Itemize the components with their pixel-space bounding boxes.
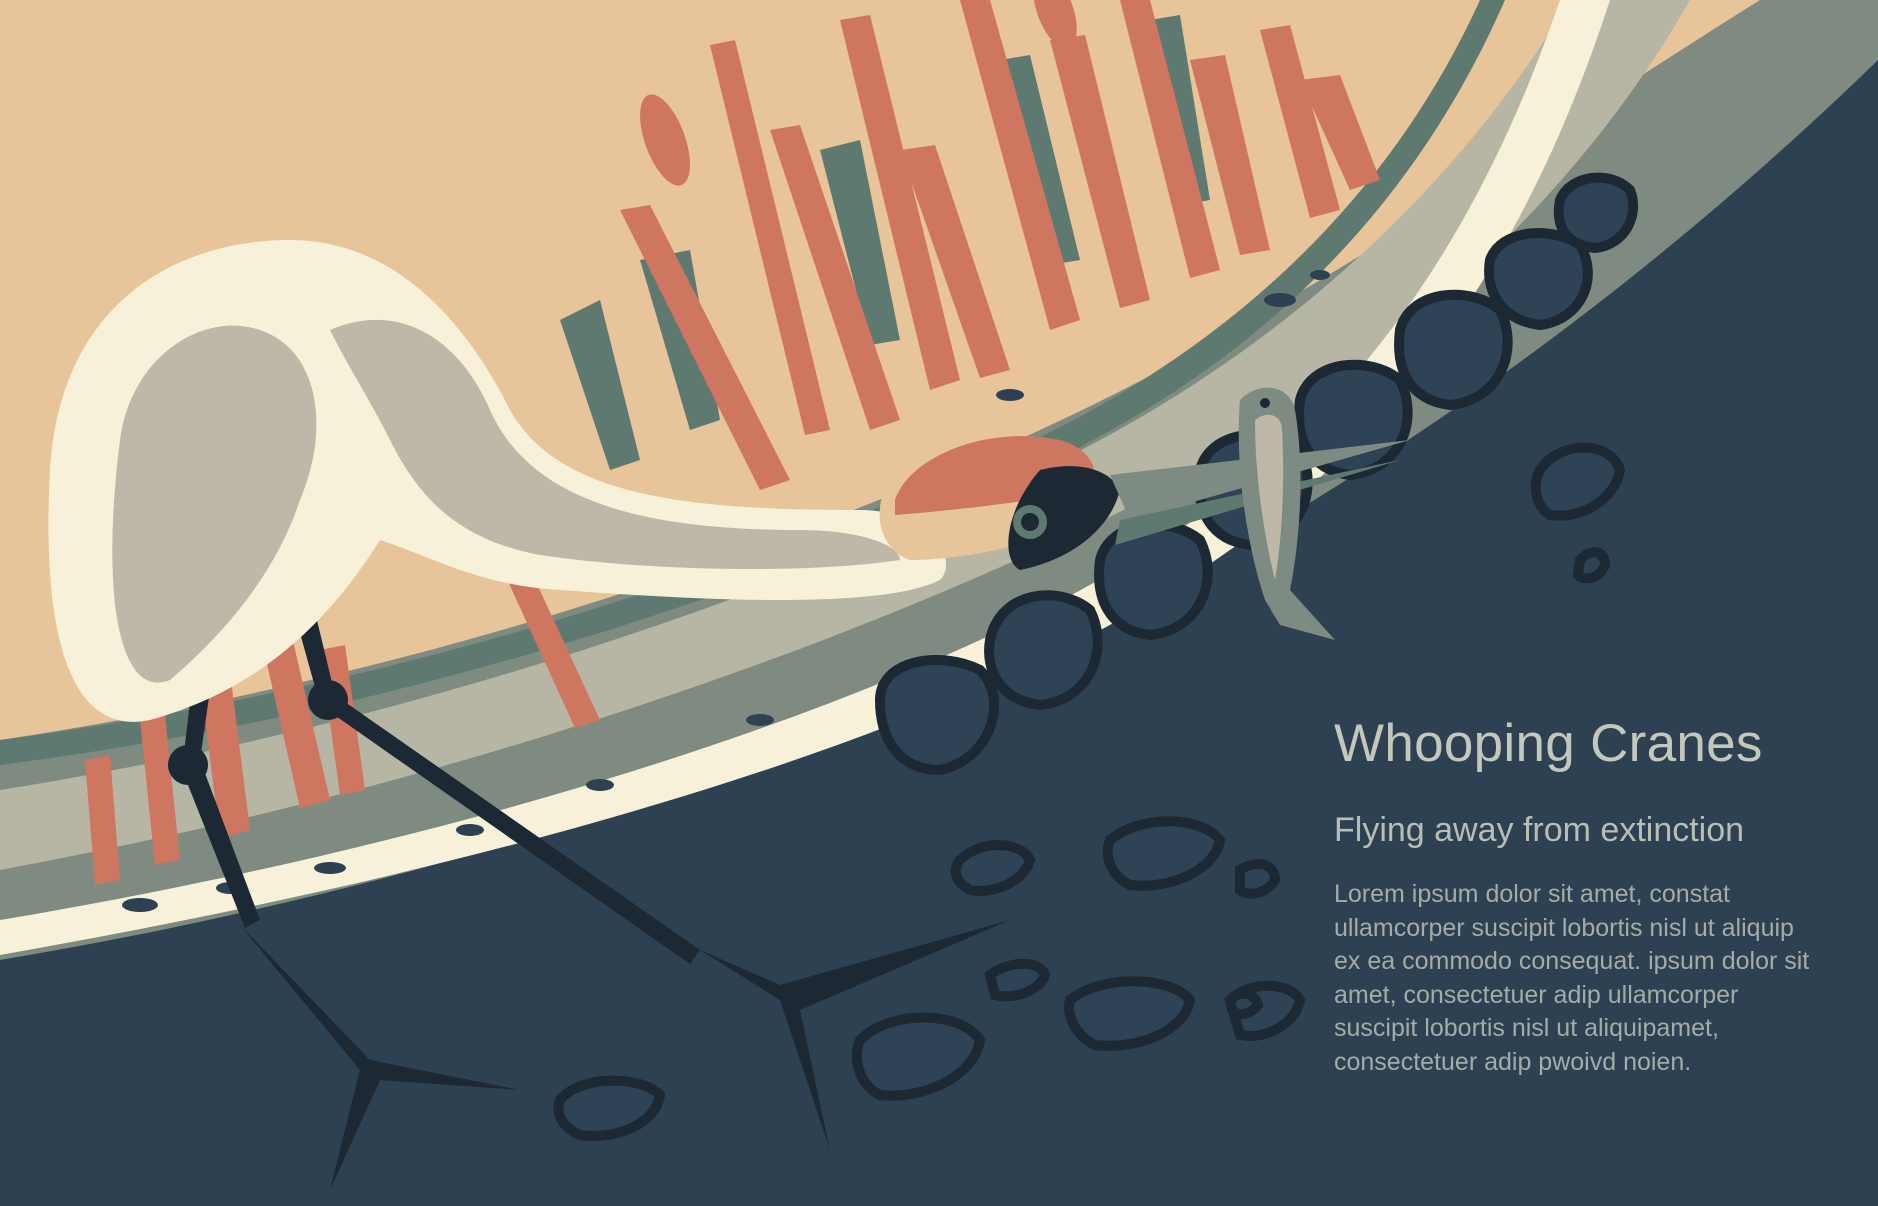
rock-icon	[1235, 859, 1281, 899]
crane-knee	[308, 680, 348, 720]
rock-icon	[874, 655, 1000, 776]
rock-icon	[1102, 816, 1226, 891]
rock-icon	[1224, 988, 1264, 1020]
rock-icon	[1530, 442, 1626, 521]
crane-eye-pupil	[1021, 513, 1039, 531]
rock-icon	[984, 590, 1103, 711]
poster-title: Whooping Cranes	[1334, 714, 1763, 773]
rock-icon	[553, 1075, 666, 1141]
rock-icon	[984, 958, 1051, 1002]
rock-icon	[1064, 976, 1196, 1051]
poster-body-text: Lorem ipsum dolor sit amet, constat ulla…	[1334, 880, 1810, 1076]
poster: Whooping Cranes Flying away from extinct…	[0, 0, 1878, 1206]
rock-icon	[1394, 289, 1513, 411]
rock-icon	[1553, 172, 1639, 254]
crane-knee	[168, 745, 208, 785]
rock-icon	[1094, 519, 1213, 641]
crane-foot-shadow	[240, 925, 520, 1190]
rock-icon	[1484, 228, 1593, 331]
rock-icon	[950, 840, 1036, 896]
rock-icon	[1572, 547, 1611, 584]
text-block: Whooping Cranes Flying away from extinct…	[1334, 712, 1834, 1079]
poster-subtitle: Flying away from extinction	[1334, 811, 1745, 849]
rock-icon	[851, 1012, 986, 1101]
